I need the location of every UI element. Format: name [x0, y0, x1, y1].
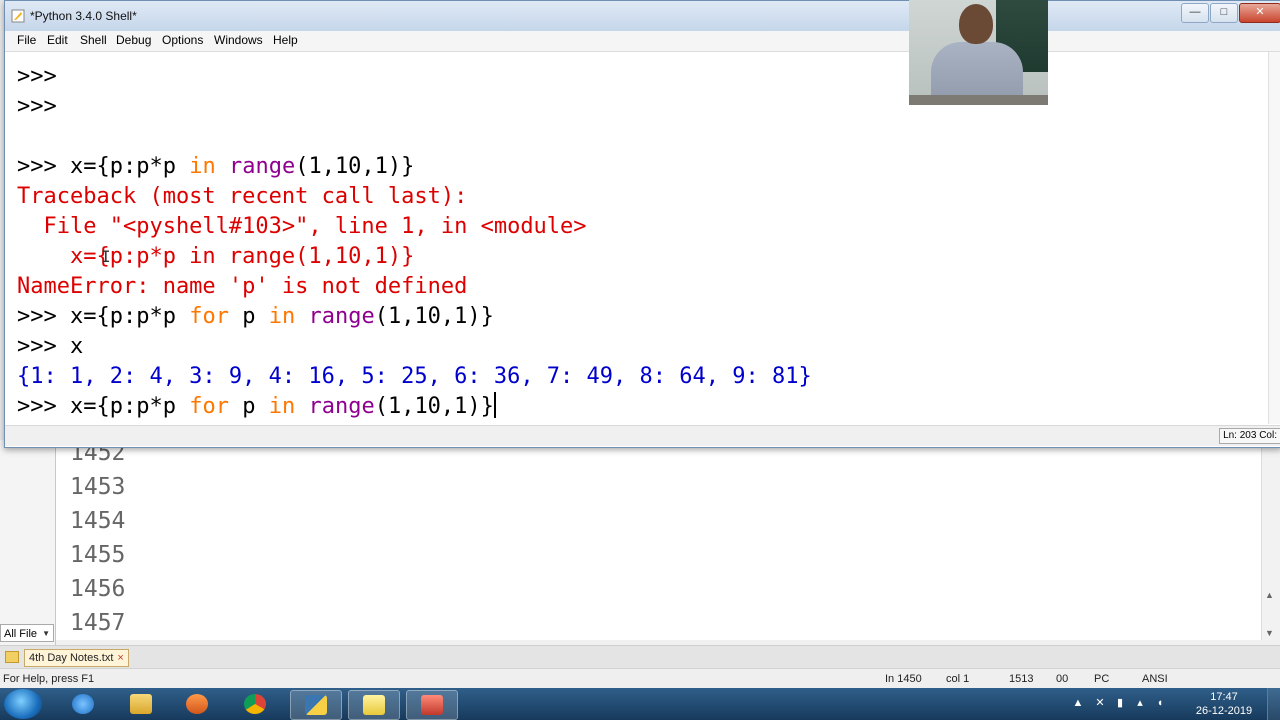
start-button[interactable] — [4, 689, 42, 719]
file-filter-label: All File — [4, 628, 38, 640]
clock-date[interactable]: 26-12-2019 — [1194, 705, 1254, 717]
editor-tab-bar: 4th Day Notes.txt × — [0, 645, 1280, 668]
i-beam-cursor-icon: I — [101, 247, 111, 266]
window-title: *Python 3.4.0 Shell* — [30, 9, 137, 23]
desk — [909, 95, 1048, 105]
scroll-up-icon[interactable]: ▲ — [1265, 590, 1274, 600]
shell-output-area[interactable]: >>> >>> >>> x={p:p*p in range(1,10,1)} T… — [5, 52, 1267, 424]
shell-input-line: >>> x={p:p*p in range(1,10,1)} — [17, 154, 415, 179]
menu-debug[interactable]: Debug — [116, 33, 151, 47]
text-caret — [493, 392, 496, 418]
shell-current-input[interactable]: >>> x={p:p*p for p in range(1,10,1)} — [17, 392, 496, 422]
title-bar[interactable]: *Python 3.4.0 Shell* — □ ✕ — [5, 1, 1280, 31]
shell-input-line: >>> x={p:p*p for p in range(1,10,1)} — [17, 304, 494, 329]
battery-icon[interactable]: ▮ — [1114, 697, 1126, 709]
file-filter-select[interactable]: All File ▼ — [0, 624, 54, 642]
status-column: col 1 — [946, 673, 970, 685]
editor-line: 1455 — [70, 542, 126, 568]
tab-4th-day-notes[interactable]: 4th Day Notes.txt × — [24, 649, 129, 667]
taskbar-file-explorer[interactable] — [116, 690, 166, 718]
line-column-indicator: Ln: 203 Col: — [1219, 428, 1280, 444]
editor-line: 1454 — [70, 508, 126, 534]
status-line: In 1450 — [885, 673, 922, 685]
window-controls: — □ ✕ — [1180, 3, 1280, 23]
maximize-button[interactable]: □ — [1210, 3, 1238, 23]
status-count: 1513 — [1009, 673, 1034, 685]
taskbar-editor[interactable] — [406, 690, 458, 720]
chrome-icon — [244, 694, 266, 714]
status-line-ending: PC — [1094, 673, 1110, 685]
menu-file[interactable]: File — [17, 33, 36, 47]
editor-line: 1453 — [70, 474, 126, 500]
system-tray: ▲ ✕ ▮ ▴ ◖ 17:47 26-12-2019 — [1070, 688, 1280, 720]
background-editor-window[interactable]: 1452 1453 1454 1455 1456 1457 ▲ ▼ All Fi… — [0, 440, 1280, 689]
traceback-file: File "<pyshell#103>", line 1, in <module… — [17, 214, 587, 239]
python-icon — [305, 695, 327, 715]
editor-status-bar: For Help, press F1 In 1450 col 1 1513 00… — [0, 668, 1280, 689]
status-help: For Help, press F1 — [3, 673, 95, 685]
shell-prompt-line: >>> — [17, 94, 57, 119]
status-encoding: ANSI — [1142, 673, 1168, 685]
volume-icon[interactable]: ◖ — [1154, 697, 1166, 709]
folder-icon[interactable] — [5, 651, 19, 663]
shell-prompt-line: >>> — [17, 64, 57, 89]
menu-edit[interactable]: Edit — [47, 33, 68, 47]
menu-help[interactable]: Help — [273, 33, 298, 47]
python-feather-icon — [11, 9, 25, 23]
webcam-overlay — [909, 0, 1048, 105]
shell-result-line: {1: 1, 2: 4, 3: 9, 4: 16, 5: 25, 6: 36, … — [17, 364, 812, 389]
traceback-code: x={p:p*p in range(1,10,1)} — [17, 244, 415, 269]
menu-bar: File Edit Shell Debug Options Windows He… — [5, 31, 1280, 52]
file-panel — [0, 440, 56, 648]
shell-vertical-scrollbar[interactable] — [1268, 52, 1280, 424]
signal-icon[interactable]: ▴ — [1134, 697, 1146, 709]
python-shell-window[interactable]: *Python 3.4.0 Shell* — □ ✕ File Edit She… — [4, 0, 1280, 448]
internet-explorer-icon — [72, 694, 94, 714]
menu-shell[interactable]: Shell — [80, 33, 107, 47]
editor-line: 1457 — [70, 610, 126, 636]
editor-text-area[interactable]: 1452 1453 1454 1455 1456 1457 — [56, 440, 1262, 640]
show-desktop-button[interactable] — [1267, 688, 1280, 720]
tab-label: 4th Day Notes.txt — [29, 652, 114, 664]
chevron-down-icon: ▼ — [42, 629, 50, 638]
shell-input-line: >>> x — [17, 334, 84, 359]
menu-windows[interactable]: Windows — [214, 33, 263, 47]
editor-vertical-scrollbar[interactable]: ▲ ▼ — [1261, 440, 1280, 640]
taskbar-media-player[interactable] — [172, 690, 222, 718]
close-button[interactable]: ✕ — [1239, 3, 1280, 23]
clock-time[interactable]: 17:47 — [1194, 691, 1254, 703]
menu-options[interactable]: Options — [162, 33, 203, 47]
show-hidden-icons-icon[interactable]: ▲ — [1072, 697, 1084, 709]
network-warning-icon[interactable]: ✕ — [1094, 697, 1106, 709]
taskbar-notes[interactable] — [348, 690, 400, 720]
scroll-down-icon[interactable]: ▼ — [1265, 628, 1274, 638]
taskbar-python-idle[interactable] — [290, 690, 342, 720]
name-error-message: NameError: name 'p' is not defined — [17, 274, 468, 299]
minimize-button[interactable]: — — [1181, 3, 1209, 23]
close-icon[interactable]: × — [117, 652, 123, 664]
traceback-header: Traceback (most recent call last): — [17, 184, 468, 209]
presenter-head — [959, 4, 993, 44]
editor-app-icon — [421, 695, 443, 715]
folder-icon — [130, 694, 152, 714]
shell-status-bar: Ln: 203 Col: — [5, 425, 1280, 446]
taskbar-internet-explorer[interactable] — [58, 690, 108, 718]
taskbar: ▲ ✕ ▮ ▴ ◖ 17:47 26-12-2019 — [0, 688, 1280, 720]
notes-icon — [363, 695, 385, 715]
taskbar-chrome[interactable] — [230, 690, 280, 718]
editor-line: 1456 — [70, 576, 126, 602]
status-mode: 00 — [1056, 673, 1069, 685]
media-player-icon — [186, 694, 208, 714]
